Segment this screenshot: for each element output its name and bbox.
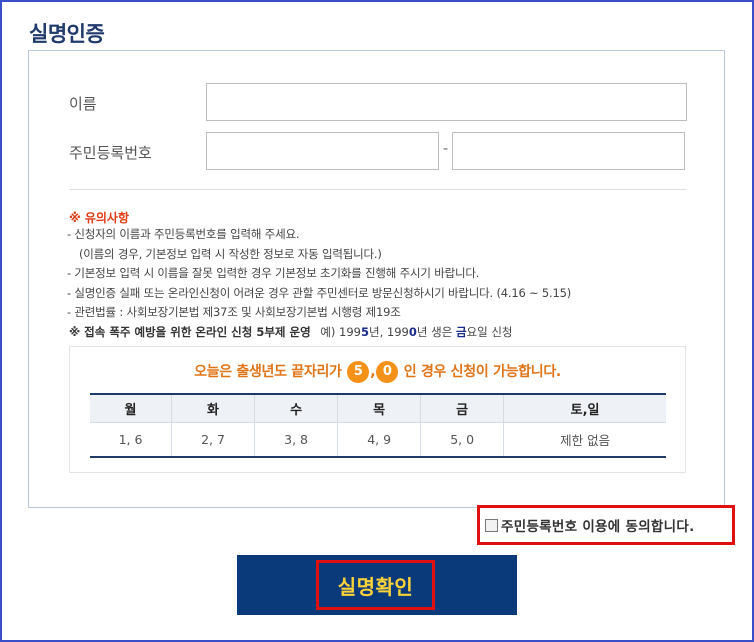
rrn-label: 주민등록번호: [69, 144, 152, 162]
table-header: 금: [420, 393, 504, 423]
schedule-table: 월 화 수 목 금 토,일 1, 6 2, 7 3, 8 4, 9 5, 0 제…: [90, 393, 666, 458]
schedule-box: 오늘은 출생년도 끝자리가 5,0 인 경우 신청이 가능합니다. 월 화 수 …: [69, 346, 686, 473]
agreement-checkbox[interactable]: [485, 518, 498, 532]
divider: [69, 189, 686, 190]
notice-item: - 관련법률 : 사회보장기본법 제37조 및 사회보장기본법 시행령 제19조: [67, 305, 401, 319]
table-header: 화: [170, 393, 255, 423]
table-cell: 2, 7: [170, 422, 255, 458]
notice-title: ※ 유의사항: [69, 211, 130, 225]
table-header: 목: [337, 393, 421, 423]
rule-example: 예) 1995년, 1990년 생은 금요일 신청: [320, 325, 513, 339]
table-header: 수: [254, 393, 338, 423]
rrn-back-input[interactable]: [452, 132, 685, 170]
table-header: 월: [90, 393, 172, 423]
table-cell: 1, 6: [90, 422, 172, 458]
rrn-front-input[interactable]: [206, 132, 439, 170]
rrn-separator: -: [443, 141, 449, 157]
confirm-button-label[interactable]: 실명확인: [316, 560, 435, 610]
table-header: 토,일: [503, 393, 666, 423]
notice-item: (이름의 경우, 기본정보 입력 시 작성한 정보로 자동 입력됩니다.): [79, 246, 382, 261]
confirm-button[interactable]: 실명확인: [237, 555, 517, 615]
digit-badge: 0: [376, 361, 399, 383]
table-cell: 5, 0: [420, 422, 504, 458]
table-cell: 제한 없음: [503, 422, 666, 458]
table-cell: 4, 9: [337, 422, 421, 458]
verification-panel: 이름 주민등록번호 - ※ 유의사항 - 신청자의 이름과 주민등록번호를 입력…: [28, 50, 725, 508]
name-label: 이름: [69, 95, 97, 113]
notice-item: - 기본정보 입력 시 이름을 잘못 입력한 경우 기본정보 초기화를 진행해 …: [67, 266, 480, 280]
table-header-row: 월 화 수 목 금 토,일: [90, 393, 666, 423]
notice-item: - 실명인증 실패 또는 온라인신청이 어려운 경우 관할 주민센터로 방문신청…: [67, 285, 572, 300]
agreement-label[interactable]: 주민등록번호 이용에 동의합니다.: [501, 515, 695, 535]
agreement-checkbox-row[interactable]: 주민등록번호 이용에 동의합니다.: [477, 505, 735, 545]
name-input[interactable]: [206, 83, 687, 121]
five-day-rule: ※ 접속 폭주 예방을 위한 온라인 신청 5부제 운영 예) 1995년, 1…: [69, 324, 513, 340]
notice-list: - 신청자의 이름과 주민등록번호를 입력해 주세요. (이름의 경우, 기본정…: [67, 225, 571, 323]
table-row: 1, 6 2, 7 3, 8 4, 9 5, 0 제한 없음: [90, 422, 666, 458]
page-title: 실명인증: [29, 22, 105, 46]
table-cell: 3, 8: [254, 422, 338, 458]
rule-headline: ※ 접속 폭주 예방을 위한 온라인 신청 5부제 운영: [69, 325, 311, 339]
digit-badge: 5: [347, 361, 370, 383]
notice-item: - 신청자의 이름과 주민등록번호를 입력해 주세요.: [67, 227, 300, 241]
today-message: 오늘은 출생년도 끝자리가 5,0 인 경우 신청이 가능합니다.: [70, 361, 685, 383]
